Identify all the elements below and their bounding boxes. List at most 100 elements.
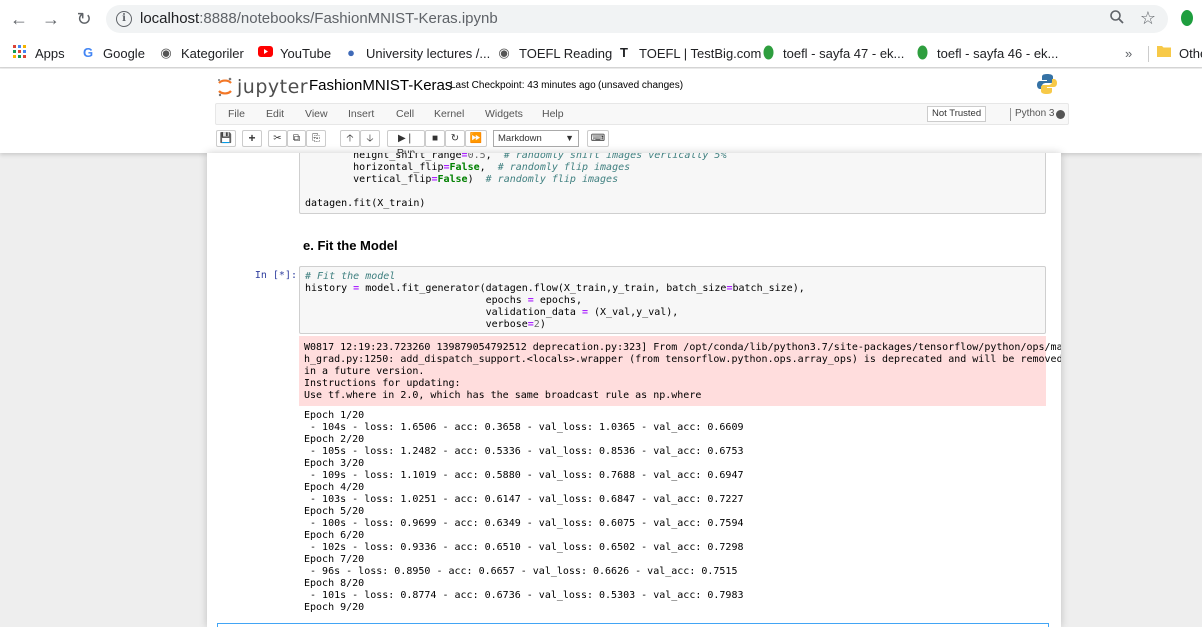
chevron-down-icon: ▼ bbox=[565, 133, 574, 143]
notebook-page: height_shift_range=0.5, # randomly shift… bbox=[207, 153, 1061, 627]
extension-leaf-icon[interactable] bbox=[1180, 10, 1194, 28]
move-up-icon[interactable]: 🡡 bbox=[340, 130, 360, 147]
bookmark-testbig[interactable]: T TOEFL | TestBig.com bbox=[616, 44, 761, 62]
cut-icon[interactable]: ✂ bbox=[268, 130, 287, 147]
jupyter-header: jupyter FashionMNIST-Keras Last Checkpoi… bbox=[0, 69, 1202, 159]
back-arrow-icon[interactable]: ← bbox=[9, 9, 29, 29]
folder-icon bbox=[1156, 45, 1172, 61]
menu-file[interactable]: File bbox=[228, 108, 245, 120]
stdout-line: - 102s - loss: 0.9336 - acc: 0.6510 - va… bbox=[304, 542, 744, 553]
url-host: localhost bbox=[140, 10, 200, 27]
stdout-line: Epoch 2/20 bbox=[304, 434, 365, 445]
url-text[interactable]: localhost:8888/notebooks/FashionMNIST-Ke… bbox=[140, 10, 498, 27]
bookmark-toefl-reading[interactable]: ◉ TOEFL Reading bbox=[496, 44, 612, 62]
menu-view[interactable]: View bbox=[305, 108, 328, 120]
globe-icon: ◉ bbox=[498, 45, 510, 60]
code-line: vertical_flip=False) # randomly flip ima… bbox=[305, 174, 619, 185]
forward-arrow-icon[interactable]: → bbox=[41, 9, 61, 29]
bookmark-other[interactable]: Othe bbox=[1156, 44, 1202, 62]
menu-edit[interactable]: Edit bbox=[266, 108, 284, 120]
code-line: validation_data = (X_val,y_val), bbox=[305, 307, 679, 318]
info-icon[interactable]: i bbox=[116, 11, 132, 27]
leaf-icon bbox=[760, 45, 776, 61]
reload-icon[interactable]: ↻ bbox=[74, 9, 94, 29]
bookmark-label: toefl - sayfa 47 - ek... bbox=[783, 45, 905, 61]
notebook-name[interactable]: FashionMNIST-Keras bbox=[309, 77, 452, 94]
apps-grid-icon bbox=[12, 45, 28, 61]
copy-icon[interactable]: ⧉ bbox=[287, 130, 306, 147]
code-line: history = model.fit_generator(datagen.fl… bbox=[305, 283, 805, 294]
code-line: horizontal_flip=False, # randomly flip i… bbox=[305, 162, 631, 173]
stderr-output: W0817 12:19:23.723260 139879054792512 de… bbox=[299, 336, 1061, 406]
menu-kernel[interactable]: Kernel bbox=[434, 108, 464, 120]
menu-cell[interactable]: Cell bbox=[396, 108, 414, 120]
run-button[interactable]: ▶❘ Run bbox=[387, 130, 425, 159]
kernel-busy-indicator-icon bbox=[1056, 110, 1065, 119]
command-palette-keyboard-icon[interactable]: ⌨ bbox=[587, 130, 609, 147]
stdout-line: Epoch 9/20 bbox=[304, 602, 365, 613]
bookmark-kategoriler[interactable]: ◉ Kategoriler bbox=[158, 44, 244, 62]
url-path: :8888/notebooks/FashionMNIST-Keras.ipynb bbox=[199, 10, 498, 27]
stdout-line: Epoch 7/20 bbox=[304, 554, 365, 565]
bookmark-youtube[interactable]: YouTube bbox=[257, 44, 331, 62]
stdout-line: Epoch 8/20 bbox=[304, 578, 365, 589]
menu-widgets[interactable]: Widgets bbox=[485, 108, 523, 120]
bookmark-toefl-46[interactable]: toefl - sayfa 46 - ek... bbox=[914, 44, 1058, 62]
stdout-output: Epoch 1/20 - 104s - loss: 1.6506 - acc: … bbox=[304, 410, 744, 614]
bookmark-university[interactable]: ● University lectures /... bbox=[343, 44, 490, 62]
bookmark-label: YouTube bbox=[280, 45, 332, 61]
stdout-line: Epoch 5/20 bbox=[304, 506, 365, 517]
bookmark-label: Google bbox=[103, 45, 145, 61]
bookmarks-bar: Apps G Google ◉ Kategoriler YouTube ● Un… bbox=[0, 38, 1202, 68]
code-cell-previous[interactable]: height_shift_range=0.5, # randomly shift… bbox=[299, 153, 1046, 214]
cell-type-select[interactable]: Markdown ▼ bbox=[493, 130, 579, 147]
python-logo-icon bbox=[1036, 73, 1058, 95]
stdout-line: - 101s - loss: 0.8774 - acc: 0.6736 - va… bbox=[304, 590, 744, 601]
stdout-line: Epoch 1/20 bbox=[304, 410, 365, 421]
notebook-menubar: File Edit View Insert Cell Kernel Widget… bbox=[215, 103, 1069, 125]
bookmark-apps[interactable]: Apps bbox=[12, 44, 65, 62]
next-cell-selected-border[interactable] bbox=[217, 623, 1049, 627]
bookmark-label: Othe bbox=[1179, 45, 1202, 61]
save-icon[interactable]: 💾 bbox=[216, 130, 236, 147]
notebook-toolbar: 💾 + ✂ ⧉ ⎘ 🡡 🡣 ▶❘ Run ■ ↻ ⏩ Markdown ▼ ⌨ bbox=[215, 130, 815, 159]
restart-icon[interactable]: ↻ bbox=[445, 130, 465, 147]
not-trusted-button[interactable]: Not Trusted bbox=[927, 106, 987, 122]
bookmark-label: Apps bbox=[35, 45, 65, 61]
stdout-line: - 103s - loss: 1.0251 - acc: 0.6147 - va… bbox=[304, 494, 744, 505]
stderr-line: h_grad.py:1250: add_dispatch_support.<lo… bbox=[304, 354, 1061, 365]
university-icon: ● bbox=[347, 45, 355, 60]
paste-icon[interactable]: ⎘ bbox=[306, 130, 326, 147]
stdout-line: - 96s - loss: 0.8950 - acc: 0.6657 - val… bbox=[304, 566, 738, 577]
jupyter-logo-icon bbox=[218, 77, 232, 97]
browser-address-bar: ← → ↻ i localhost:8888/notebooks/Fashion… bbox=[0, 0, 1202, 38]
cell-prompt: In [*]: bbox=[254, 270, 297, 281]
bookmark-google[interactable]: G Google bbox=[80, 44, 145, 62]
markdown-heading: e. Fit the Model bbox=[303, 238, 398, 253]
add-cell-icon[interactable]: + bbox=[242, 130, 262, 147]
menu-insert[interactable]: Insert bbox=[348, 108, 374, 120]
menu-help[interactable]: Help bbox=[542, 108, 564, 120]
bookmark-star-icon[interactable]: ☆ bbox=[1138, 8, 1158, 28]
stdout-line: - 100s - loss: 0.9699 - acc: 0.6349 - va… bbox=[304, 518, 744, 529]
leaf-icon bbox=[914, 45, 930, 61]
stdout-line: Epoch 3/20 bbox=[304, 458, 365, 469]
bookmark-label: Kategoriler bbox=[181, 45, 244, 61]
code-line: epochs = epochs, bbox=[305, 295, 582, 306]
bookmarks-overflow-button[interactable]: » bbox=[1125, 46, 1132, 61]
bookmark-label: toefl - sayfa 46 - ek... bbox=[937, 45, 1059, 61]
stderr-line: Instructions for updating: bbox=[304, 378, 461, 389]
bookmark-label: University lectures /... bbox=[366, 45, 491, 61]
code-cell-fit[interactable]: # Fit the model history = model.fit_gene… bbox=[299, 266, 1046, 334]
zoom-icon[interactable] bbox=[1107, 9, 1127, 29]
jupyter-logo[interactable]: jupyter bbox=[217, 76, 308, 98]
bookmarks-divider bbox=[1148, 46, 1149, 62]
jupyter-logo-text: jupyter bbox=[237, 76, 309, 98]
bookmark-label: TOEFL | TestBig.com bbox=[639, 45, 762, 61]
interrupt-icon[interactable]: ■ bbox=[425, 130, 445, 147]
code-comment: # Fit the model bbox=[305, 271, 396, 282]
move-down-icon[interactable]: 🡣 bbox=[360, 130, 380, 147]
bookmark-toefl-47[interactable]: toefl - sayfa 47 - ek... bbox=[760, 44, 904, 62]
restart-run-all-icon[interactable]: ⏩ bbox=[465, 130, 487, 147]
stdout-line: - 105s - loss: 1.2482 - acc: 0.5336 - va… bbox=[304, 446, 744, 457]
